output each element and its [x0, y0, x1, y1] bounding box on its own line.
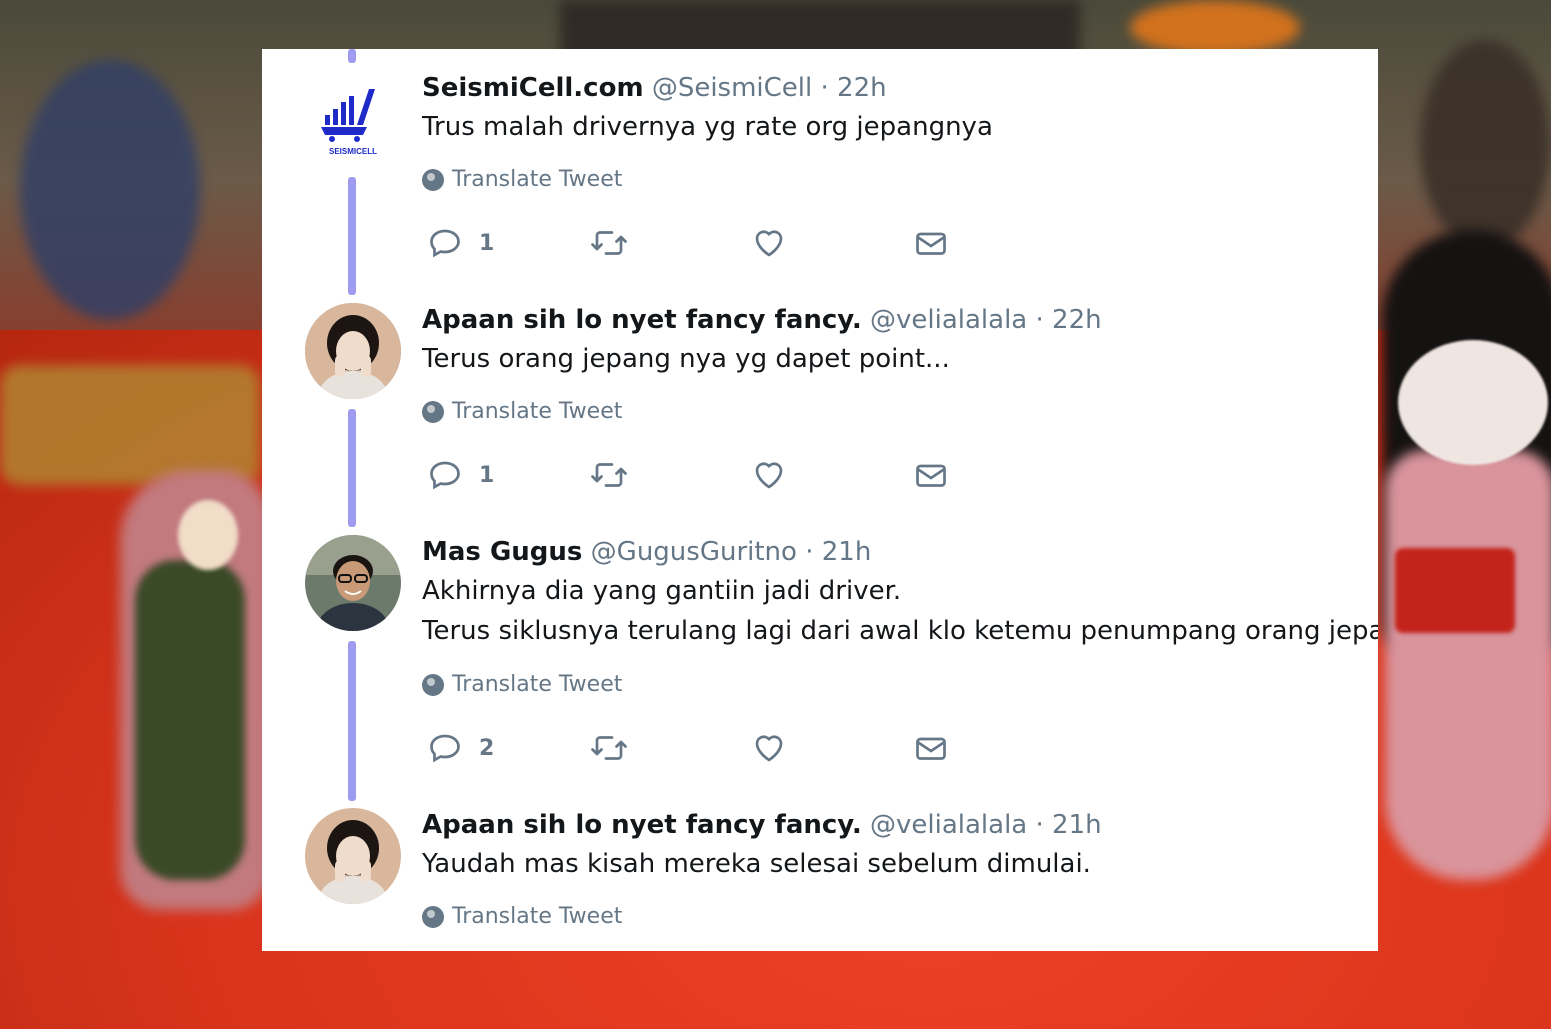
tweet-header: Mas Gugus @GugusGuritno · 21h — [422, 535, 871, 569]
display-name[interactable]: Apaan sih lo nyet fancy fancy. — [422, 810, 862, 840]
tweet-header: SeismiCell.com @SeismiCell · 22h — [422, 71, 887, 105]
like-button[interactable] — [751, 730, 913, 766]
translate-tweet-link[interactable]: Translate Tweet — [422, 399, 622, 424]
timestamp[interactable]: · 22h — [1036, 305, 1102, 335]
envelope-icon — [916, 232, 946, 255]
reply-button[interactable]: 2 — [427, 730, 589, 766]
reply-count: 1 — [479, 230, 495, 256]
heart-icon — [755, 230, 783, 257]
tweet-thread-card: SEISMICELL SeismiCell.com @SeismiCell · … — [262, 49, 1378, 951]
tweet-header: Apaan sih lo nyet fancy fancy. @velialal… — [422, 808, 1102, 842]
tweet-text-line: Akhirnya dia yang gantiin jadi driver. — [422, 576, 902, 606]
timestamp[interactable]: · 21h — [1036, 810, 1102, 840]
translate-label: Translate Tweet — [452, 399, 623, 424]
translate-label: Translate Tweet — [452, 904, 623, 929]
user-handle[interactable]: @velialalala — [870, 810, 1027, 840]
reply-button[interactable]: 1 — [427, 225, 589, 261]
tweet-header: Apaan sih lo nyet fancy fancy. @velialal… — [422, 303, 1102, 337]
reply-icon — [430, 229, 460, 258]
retweet-icon — [591, 736, 627, 760]
avatar[interactable] — [305, 808, 401, 904]
retweet-icon — [591, 231, 627, 255]
user-photo-icon — [305, 303, 401, 399]
reply-icon — [430, 734, 460, 763]
retweet-button[interactable] — [589, 225, 751, 261]
message-button[interactable] — [913, 225, 1075, 261]
globe-icon — [422, 905, 444, 928]
tweet-text-line: Trus malah drivernya yg rate org jepangn… — [422, 112, 993, 142]
tweet-text-line: Terus orang jepang nya yg dapet point... — [422, 344, 950, 374]
tweet-text-line: Terus siklusnya terulang lagi dari awal … — [422, 616, 1378, 646]
avatar[interactable]: SEISMICELL — [305, 69, 401, 165]
heart-icon — [755, 735, 783, 762]
thread-line — [348, 641, 356, 801]
retweet-button[interactable] — [589, 730, 751, 766]
reply-count: 2 — [479, 735, 495, 761]
logo-text: SEISMICELL — [329, 147, 377, 156]
message-button[interactable] — [913, 730, 1075, 766]
like-button[interactable] — [751, 457, 913, 493]
heart-icon — [755, 462, 783, 489]
translate-tweet-link[interactable]: Translate Tweet — [422, 904, 622, 929]
envelope-icon — [916, 737, 946, 760]
translate-label: Translate Tweet — [452, 672, 623, 697]
tweet-text-line: Yaudah mas kisah mereka selesai sebelum … — [422, 849, 1091, 879]
reply-count: 1 — [479, 462, 495, 488]
timestamp[interactable]: · 21h — [805, 537, 871, 567]
user-handle[interactable]: @GugusGuritno — [591, 537, 797, 567]
thread-line — [348, 177, 356, 295]
user-handle[interactable]: @velialalala — [870, 305, 1027, 335]
tweet-text: Yaudah mas kisah mereka selesai sebelum … — [422, 844, 1091, 884]
envelope-icon — [916, 464, 946, 487]
seismicell-logo-icon: SEISMICELL — [321, 89, 377, 156]
tweet-text: Terus orang jepang nya yg dapet point... — [422, 339, 950, 379]
translate-tweet-link[interactable]: Translate Tweet — [422, 167, 622, 192]
user-photo-icon — [305, 808, 401, 904]
translate-tweet-link[interactable]: Translate Tweet — [422, 672, 622, 697]
user-photo-icon — [305, 535, 401, 631]
user-handle[interactable]: @SeismiCell — [652, 73, 812, 103]
message-button[interactable] — [913, 457, 1075, 493]
globe-icon — [422, 400, 444, 423]
globe-icon — [422, 673, 444, 696]
thread-line — [348, 409, 356, 527]
tweet-text: Akhirnya dia yang gantiin jadi driver. T… — [422, 571, 1378, 651]
display-name[interactable]: Apaan sih lo nyet fancy fancy. — [422, 305, 862, 335]
display-name[interactable]: Mas Gugus — [422, 537, 582, 567]
translate-label: Translate Tweet — [452, 167, 623, 192]
tweet-text: Trus malah drivernya yg rate org jepangn… — [422, 107, 993, 147]
reply-icon — [430, 461, 460, 490]
avatar[interactable] — [305, 303, 401, 399]
avatar[interactable] — [305, 535, 401, 631]
thread-line — [348, 49, 356, 63]
reply-button[interactable]: 1 — [427, 457, 589, 493]
display-name[interactable]: SeismiCell.com — [422, 73, 644, 103]
tweet-actions: 1 — [427, 225, 1075, 261]
timestamp[interactable]: · 22h — [821, 73, 887, 103]
tweet-actions: 2 — [427, 730, 1075, 766]
globe-icon — [422, 168, 444, 191]
retweet-icon — [591, 463, 627, 487]
retweet-button[interactable] — [589, 457, 751, 493]
like-button[interactable] — [751, 225, 913, 261]
tweet-actions: 1 — [427, 457, 1075, 493]
